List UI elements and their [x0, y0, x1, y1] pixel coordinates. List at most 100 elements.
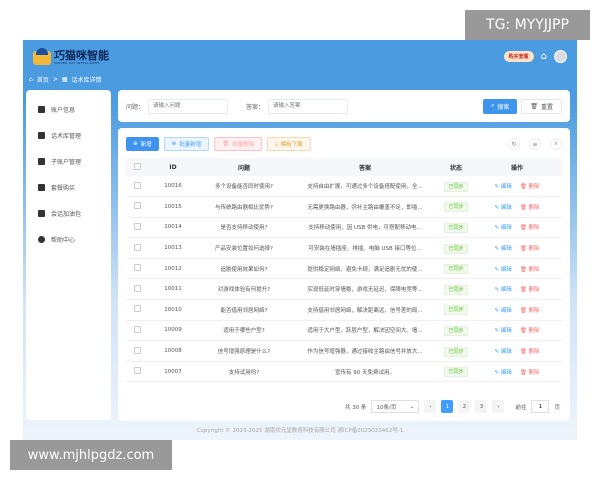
- batch-add-label: 批量新增: [179, 142, 202, 148]
- table-row: 10016 多个设备能否同时使用? 支持自由扩展，可通过多个设备搭配使用，全..…: [126, 176, 562, 198]
- select-all-checkbox[interactable]: [133, 162, 141, 170]
- search-panel: 问题： 答案： ⌕搜索 🗑重置: [118, 90, 570, 122]
- cell-question: 与传统路由器相比优势?: [198, 196, 290, 218]
- sidebar-item-help[interactable]: 帮助中心: [26, 226, 111, 252]
- row-checkbox[interactable]: [133, 243, 141, 251]
- chevron-down-icon: ⌄: [409, 403, 415, 410]
- cell-answer: 宣传有 90 天免费试用。: [290, 361, 440, 383]
- cell-id: 10007: [148, 361, 198, 383]
- cell-question: 能否借用邻居网络?: [198, 299, 290, 321]
- template-download-button[interactable]: ⤓ 模板下载: [267, 137, 311, 151]
- page-3[interactable]: 3: [475, 400, 488, 413]
- delete-label: 删除: [528, 184, 540, 191]
- search-icon[interactable]: ⌕: [550, 138, 562, 150]
- columns-icon[interactable]: ≡: [529, 138, 541, 150]
- next-page-button[interactable]: ›: [492, 400, 505, 413]
- delete-button[interactable]: 🗑 删除: [520, 225, 540, 231]
- edit-label: 编辑: [500, 328, 512, 335]
- reset-label: 重置: [540, 103, 553, 111]
- page-2[interactable]: 2: [458, 400, 471, 413]
- delete-button[interactable]: 🗑 删除: [520, 267, 540, 273]
- refresh-icon[interactable]: ↻: [508, 138, 520, 150]
- home-icon[interactable]: ⌂: [541, 51, 547, 62]
- question-input[interactable]: [148, 98, 229, 114]
- grid-icon: ▦: [61, 76, 68, 83]
- edit-button[interactable]: ✎ 编辑: [494, 349, 511, 355]
- row-checkbox[interactable]: [133, 222, 141, 230]
- sidebar-item-script-library[interactable]: 话术库管理: [26, 122, 111, 148]
- cell-question: 产品安装位置如何选择?: [198, 237, 290, 259]
- table-card: ⊕ 新增 ⊕ 批量新增 🗑 批量删除 ⤓ 模板下载 ↻ ≡ ⌕ ID 问题 答案 状态 …: [118, 128, 570, 421]
- goto-page-input[interactable]: [531, 400, 550, 413]
- buy-package-button[interactable]: 购买套餐: [503, 51, 534, 62]
- breadcrumb-home[interactable]: 首页: [37, 75, 49, 84]
- edit-button[interactable]: ✎ 编辑: [494, 328, 511, 334]
- logo[interactable]: 巧猫咪智能 CLEVER CAT INTELLIGENT: [33, 47, 109, 65]
- search-icon: ⌕: [490, 102, 495, 109]
- sidebar-item-packages[interactable]: 套餐购买: [26, 174, 111, 200]
- edit-label: 编辑: [500, 184, 512, 191]
- bag-icon: [38, 209, 45, 217]
- edit-button[interactable]: ✎ 编辑: [494, 308, 511, 314]
- row-checkbox[interactable]: [133, 264, 141, 272]
- delete-button[interactable]: 🗑 删除: [520, 287, 540, 293]
- row-checkbox[interactable]: [133, 202, 141, 210]
- edit-button[interactable]: ✎ 编辑: [494, 205, 511, 211]
- avatar[interactable]: [554, 50, 567, 63]
- page-1[interactable]: 1: [441, 400, 454, 413]
- cell-answer: 提供稳定网络，避免卡顿，满足追剧无忧的使...: [290, 258, 440, 280]
- status-badge: 已同步: [444, 284, 468, 295]
- edit-button[interactable]: ✎ 编辑: [494, 246, 511, 252]
- trash-icon: 🗑: [519, 266, 527, 273]
- edit-button[interactable]: ✎ 编辑: [494, 287, 511, 293]
- help-icon: [38, 235, 45, 243]
- edit-button[interactable]: ✎ 编辑: [494, 184, 511, 190]
- sidebar-item-addon[interactable]: 会话加油包: [26, 200, 111, 226]
- edit-icon: ✎: [494, 266, 500, 273]
- edit-button[interactable]: ✎ 编辑: [494, 267, 511, 273]
- add-button[interactable]: ⊕ 新增: [126, 137, 159, 151]
- edit-button[interactable]: ✎ 编辑: [494, 370, 511, 376]
- cell-answer: 支持借用邻居网络，解决距离远、信号差的局...: [290, 299, 440, 321]
- delete-label: 删除: [528, 328, 540, 335]
- reset-button[interactable]: 🗑 重置: [521, 98, 562, 114]
- edit-button[interactable]: ✎ 编辑: [494, 225, 511, 231]
- search-button[interactable]: ⌕ 搜索: [482, 98, 518, 114]
- col-question: 问题: [198, 158, 290, 176]
- sidebar-item-sub-accounts[interactable]: 子账户管理: [26, 148, 111, 174]
- row-checkbox[interactable]: [133, 284, 141, 292]
- search-label: 搜索: [497, 103, 510, 111]
- row-checkbox[interactable]: [133, 305, 141, 313]
- cell-question: 是否支持移动使用?: [198, 217, 290, 239]
- answer-input[interactable]: [268, 98, 349, 114]
- row-checkbox[interactable]: [133, 325, 141, 333]
- cell-id: 10009: [148, 320, 198, 342]
- sidebar-item-account[interactable]: 账户信息: [26, 96, 111, 122]
- delete-button[interactable]: 🗑 删除: [520, 246, 540, 252]
- sidebar-item-label: 子账户管理: [51, 158, 82, 166]
- page-size-select[interactable]: 10条/页 ⌄: [371, 400, 420, 413]
- delete-button[interactable]: 🗑 删除: [520, 308, 540, 314]
- delete-button[interactable]: 🗑 删除: [520, 370, 540, 376]
- delete-button[interactable]: 🗑 删除: [520, 205, 540, 211]
- row-checkbox[interactable]: [133, 181, 141, 189]
- page-unit: 页: [554, 404, 560, 411]
- delete-button[interactable]: 🗑 删除: [520, 184, 540, 190]
- delete-button[interactable]: 🗑 删除: [520, 328, 540, 334]
- delete-button[interactable]: 🗑 删除: [520, 349, 540, 355]
- watermark-bottom: www.mjhlpgdz.com: [10, 440, 172, 470]
- edit-label: 编辑: [500, 225, 512, 232]
- table-row: 10013 产品安装位置如何选择? 可安装在墙插座、排插、电脑 USB 接口等位…: [126, 237, 562, 259]
- row-checkbox[interactable]: [133, 367, 141, 375]
- batch-delete-button[interactable]: 🗑 批量删除: [214, 137, 263, 151]
- col-id[interactable]: ID: [148, 158, 198, 176]
- delete-label: 删除: [528, 225, 540, 232]
- cat-logo-icon: [33, 47, 51, 65]
- delete-label: 删除: [528, 369, 540, 376]
- status-badge: 已同步: [444, 325, 468, 336]
- row-checkbox[interactable]: [133, 346, 141, 354]
- plus-icon: ⊕: [171, 141, 177, 147]
- batch-add-button[interactable]: ⊕ 批量新增: [163, 137, 210, 151]
- sidebar-item-label: 话术库管理: [51, 132, 82, 140]
- prev-page-button[interactable]: ‹: [424, 400, 437, 413]
